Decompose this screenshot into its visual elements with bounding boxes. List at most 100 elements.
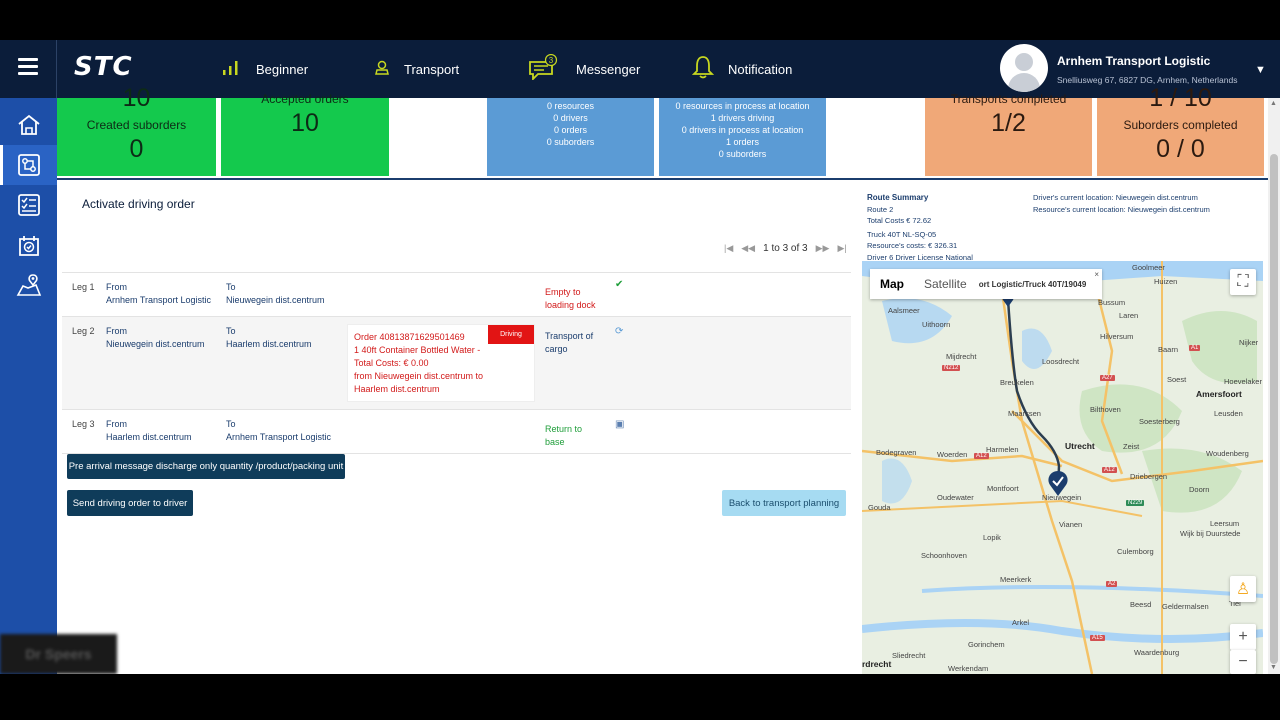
- app-window: STC Beginner Transport 3 Messenger Notif…: [0, 40, 1280, 674]
- next-page-icon[interactable]: ▶▶: [816, 243, 830, 254]
- leg-number: Leg 1: [62, 272, 106, 317]
- map-label: Utrecht: [1065, 441, 1095, 451]
- nav-messenger[interactable]: 3 Messenger: [528, 53, 640, 81]
- map-label: Soest: [1167, 375, 1187, 384]
- signal-bars-icon: [222, 59, 242, 80]
- status-line-2: loading dock: [545, 300, 596, 310]
- map-label: Nijker: [1239, 338, 1259, 347]
- zoom-in-icon[interactable]: +: [1230, 624, 1256, 650]
- map-label: Driebergen: [1130, 472, 1168, 481]
- card-accepted-orders[interactable]: Accepted orders 10: [221, 92, 389, 176]
- sidebar-item-dashboard[interactable]: [0, 145, 57, 185]
- page-scrollbar[interactable]: ▲ ▼: [1268, 98, 1280, 674]
- fullscreen-icon[interactable]: ⛶: [1230, 269, 1256, 295]
- user-icon: [374, 59, 390, 80]
- card-in-process[interactable]: 0 resources in process at location 1 dri…: [659, 98, 826, 176]
- status-line-2: base: [545, 437, 565, 447]
- avatar[interactable]: [1000, 44, 1048, 92]
- road-shield: A27: [1100, 375, 1115, 381]
- order-line-5: Haarlem dist.centrum: [354, 384, 440, 394]
- route-map[interactable]: Goolmeer Huizen Aalsmeer Bussum Uithoorn…: [862, 261, 1263, 674]
- to-value: Arnhem Transport Logistic: [226, 432, 332, 442]
- check-icon: ✔: [615, 279, 624, 290]
- card-created-value: 0: [129, 135, 144, 163]
- chevron-down-icon[interactable]: ▼: [1255, 64, 1266, 76]
- last-page-icon[interactable]: ▶|: [837, 243, 846, 254]
- map-label: Bodegraven: [876, 448, 917, 457]
- table-row[interactable]: Leg 2 From Nieuwegein dist.centrum To Haar…: [62, 316, 851, 410]
- send-driving-order-button[interactable]: Send driving order to driver: [67, 490, 193, 516]
- first-page-icon[interactable]: |◀: [724, 243, 733, 254]
- card-accepted-partial: Accepted orders: [261, 92, 349, 106]
- map-label: Huizen: [1154, 277, 1178, 286]
- road-shield: A2: [1106, 581, 1118, 587]
- proc-line-1: 0 resources in process at location: [675, 101, 810, 111]
- map-route-icon: [16, 274, 41, 296]
- zoom-out-icon[interactable]: −: [1230, 650, 1256, 674]
- map-label: Mijdrecht: [946, 352, 977, 361]
- map-label: Vianen: [1059, 520, 1083, 529]
- sidebar-item-map[interactable]: [0, 265, 57, 305]
- prev-page-icon[interactable]: ◀◀: [741, 243, 755, 254]
- card-transports-partial: Transports completed: [950, 92, 1067, 106]
- table-row[interactable]: Leg 1 From Arnhem Transport Logistic To Ni…: [62, 272, 851, 317]
- sidebar-item-calendar[interactable]: [0, 225, 57, 265]
- map-label: Sliedrecht: [892, 651, 926, 660]
- proc-line-2: 1 drivers driving: [710, 113, 775, 123]
- card-suborders-completed[interactable]: 1 / 10 Suborders completed 0 / 0: [1097, 84, 1264, 176]
- card-resources[interactable]: 0 resources 0 drivers 0 orders 0 suborde…: [487, 98, 654, 176]
- sidebar-item-home[interactable]: [0, 105, 57, 145]
- checklist-icon: [17, 194, 40, 216]
- order-card[interactable]: Driving Order 40813871629501469 1 40ft C…: [347, 324, 535, 402]
- spinner-icon: ⟳: [615, 326, 624, 337]
- road-shield: A1: [1189, 345, 1201, 351]
- card-transports-completed[interactable]: Transports completed 1/2: [925, 92, 1092, 176]
- map-label: Gouda: [868, 503, 891, 512]
- card-created-suborders[interactable]: 10 Created suborders 0: [57, 84, 216, 176]
- order-line-3: Total Costs: € 0.00: [354, 358, 429, 368]
- to-value: Haarlem dist.centrum: [226, 339, 312, 349]
- tab-map[interactable]: Map: [870, 269, 914, 299]
- route-summary: Route Summary Route 2 Total Costs € 72.6…: [867, 192, 973, 263]
- map-label: Werkendam: [948, 664, 989, 673]
- scroll-up-icon[interactable]: ▲: [1270, 100, 1277, 107]
- pegman-icon[interactable]: ♙: [1230, 576, 1256, 602]
- status-line-1: Transport of: [545, 331, 594, 341]
- sidebar-item-checklist[interactable]: [0, 185, 57, 225]
- close-icon[interactable]: ×: [1094, 270, 1099, 279]
- scroll-thumb[interactable]: [1270, 154, 1278, 664]
- map-label: Bussum: [1098, 298, 1126, 307]
- nav-beginner[interactable]: Beginner: [222, 58, 308, 80]
- road-shield: A12: [1102, 467, 1117, 473]
- from-label: From: [106, 419, 127, 429]
- map-label: Hoevelaker: [1224, 377, 1262, 386]
- nav-notification-label: Notification: [728, 61, 793, 77]
- map-label: Hilversum: [1100, 332, 1134, 341]
- calendar-icon: [18, 236, 39, 256]
- map-label: Montfoort: [987, 484, 1019, 493]
- map-label: Amersfoort: [1196, 389, 1242, 399]
- section-divider: [57, 178, 1268, 180]
- card-suborders-value: 0 / 0: [1156, 135, 1205, 163]
- table-row[interactable]: Leg 3 From Haarlem dist.centrum To Arnhem …: [62, 409, 851, 454]
- save-icon: ▣: [615, 419, 625, 430]
- messenger-badge: 3: [549, 56, 554, 65]
- scroll-down-icon[interactable]: ▼: [1270, 664, 1277, 671]
- map-label: Loosdrecht: [1042, 357, 1080, 366]
- tab-satellite[interactable]: Satellite: [914, 269, 977, 299]
- map-label: Aalsmeer: [888, 306, 920, 315]
- driver-location: Driver's current location: Nieuwegein di…: [1033, 193, 1198, 202]
- map-label: Harmelen: [986, 445, 1019, 454]
- nav-beginner-label: Beginner: [256, 61, 309, 77]
- map-label: Meerkerk: [1000, 575, 1032, 584]
- back-to-transport-planning-button[interactable]: Back to transport planning: [722, 490, 846, 516]
- hamburger-menu-icon[interactable]: [18, 58, 38, 76]
- pre-arrival-message-button[interactable]: Pre arrival message discharge only quant…: [67, 454, 345, 479]
- current-locations: Driver's current location: Nieuwegein di…: [1033, 192, 1210, 215]
- chat-icon: 3: [528, 53, 562, 85]
- status-badge: Driving: [488, 325, 534, 344]
- route-summary-title: Route Summary: [867, 193, 929, 202]
- nav-transport[interactable]: Transport: [374, 58, 459, 80]
- nav-notification[interactable]: Notification: [691, 55, 793, 80]
- app-logo[interactable]: STC: [74, 52, 133, 82]
